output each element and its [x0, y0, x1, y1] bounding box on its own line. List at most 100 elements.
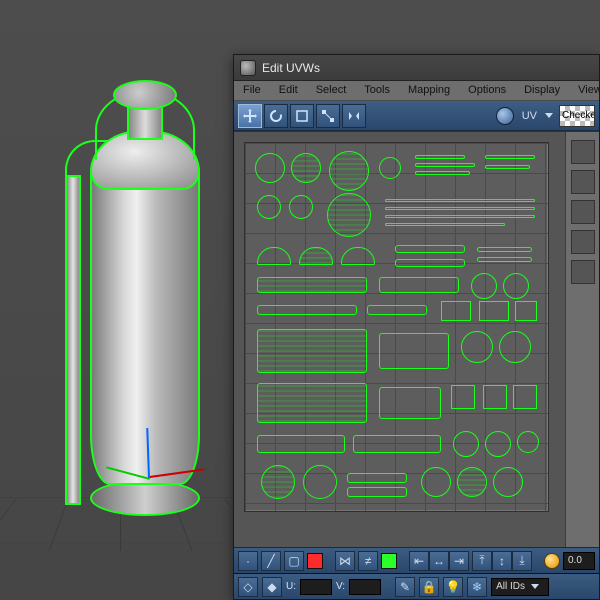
- uv-island[interactable]: [379, 333, 449, 369]
- uv-island[interactable]: [451, 385, 475, 409]
- uv-island[interactable]: [457, 467, 487, 497]
- break-button[interactable]: ≠: [358, 551, 378, 571]
- uv-island[interactable]: [485, 155, 535, 159]
- uv-island[interactable]: [513, 385, 537, 409]
- uv-canvas[interactable]: [244, 142, 549, 512]
- coordinate-space-icon[interactable]: [496, 107, 514, 125]
- uv-island[interactable]: [303, 465, 337, 499]
- panel-slot[interactable]: [571, 260, 595, 284]
- panel-slot[interactable]: [571, 140, 595, 164]
- uv-island[interactable]: [395, 259, 465, 267]
- uv-island[interactable]: [379, 277, 459, 293]
- uv-island[interactable]: [257, 329, 367, 373]
- uv-island[interactable]: [395, 245, 465, 253]
- u-input[interactable]: [300, 579, 332, 595]
- checker-map-button[interactable]: Checker: [559, 105, 595, 127]
- uv-island[interactable]: [385, 207, 535, 210]
- uv-island[interactable]: [379, 157, 401, 179]
- uv-island[interactable]: [255, 153, 285, 183]
- uv-island[interactable]: [441, 301, 471, 321]
- uv-island[interactable]: [379, 387, 441, 419]
- menu-view[interactable]: View: [569, 81, 600, 100]
- mirror-tool-button[interactable]: [342, 104, 366, 128]
- lock-button[interactable]: 🔒: [419, 577, 439, 597]
- uv-island[interactable]: [257, 305, 357, 315]
- uv-island[interactable]: [347, 487, 407, 497]
- uv-island[interactable]: [485, 165, 530, 169]
- lightbulb-button[interactable]: 💡: [443, 577, 463, 597]
- uv-island[interactable]: [415, 171, 470, 175]
- uv-island[interactable]: [367, 305, 427, 315]
- uv-island[interactable]: [385, 215, 535, 218]
- uv-channel-dropdown-arrow-icon[interactable]: [545, 113, 553, 118]
- panel-slot[interactable]: [571, 170, 595, 194]
- model-fire-extinguisher[interactable]: [35, 60, 245, 540]
- uv-island[interactable]: [471, 273, 497, 299]
- panel-slot[interactable]: [571, 230, 595, 254]
- uv-island[interactable]: [477, 257, 532, 262]
- uv-island[interactable]: [347, 473, 407, 483]
- material-ids-dropdown[interactable]: All IDs: [491, 578, 549, 596]
- align-bottom-button[interactable]: ⤓: [512, 551, 532, 571]
- uv-island[interactable]: [421, 467, 451, 497]
- uv-island[interactable]: [479, 301, 509, 321]
- rotate-tool-button[interactable]: [264, 104, 288, 128]
- uv-island[interactable]: [461, 331, 493, 363]
- uv-island[interactable]: [517, 431, 539, 453]
- menu-display[interactable]: Display: [515, 81, 569, 100]
- uv-island[interactable]: [499, 331, 531, 363]
- uv-island[interactable]: [353, 435, 441, 453]
- uv-island[interactable]: [257, 195, 281, 219]
- align-h-center-button[interactable]: ↔: [429, 551, 449, 571]
- absolute-mode-button[interactable]: ◇: [238, 577, 258, 597]
- move-tool-button[interactable]: [238, 104, 262, 128]
- freeze-button[interactable]: ❄: [467, 577, 487, 597]
- uv-island[interactable]: [483, 385, 507, 409]
- uv-island[interactable]: [477, 247, 532, 252]
- align-right-button[interactable]: ⇥: [449, 551, 469, 571]
- panel-slot[interactable]: [571, 200, 595, 224]
- align-top-button[interactable]: ⤒: [472, 551, 492, 571]
- subobject-face-button[interactable]: ▢: [284, 551, 304, 571]
- scale-tool-button[interactable]: [290, 104, 314, 128]
- uv-island[interactable]: [289, 195, 313, 219]
- menu-mapping[interactable]: Mapping: [399, 81, 459, 100]
- selection-color-swatch[interactable]: [381, 553, 397, 569]
- menu-select[interactable]: Select: [307, 81, 356, 100]
- freeform-tool-button[interactable]: [316, 104, 340, 128]
- uv-island[interactable]: [515, 301, 537, 321]
- uv-island[interactable]: [257, 435, 345, 453]
- titlebar[interactable]: Edit UVWs: [234, 55, 599, 81]
- uv-island[interactable]: [385, 199, 535, 202]
- align-left-button[interactable]: ⇤: [409, 551, 429, 571]
- seam-color-swatch[interactable]: [307, 553, 323, 569]
- uv-island[interactable]: [327, 193, 371, 237]
- scale-icon: [294, 108, 310, 124]
- offset-mode-button[interactable]: ◆: [262, 577, 282, 597]
- uv-island[interactable]: [485, 431, 511, 457]
- uv-island[interactable]: [415, 163, 475, 167]
- uv-island[interactable]: [257, 277, 367, 293]
- menu-file[interactable]: File: [234, 81, 270, 100]
- spinner-value[interactable]: 0.0: [563, 552, 595, 570]
- uv-island[interactable]: [385, 223, 505, 226]
- uv-island[interactable]: [503, 273, 529, 299]
- options-orb-icon[interactable]: [544, 553, 560, 569]
- brush-button[interactable]: ✎: [395, 577, 415, 597]
- align-v-center-button[interactable]: ↕: [492, 551, 512, 571]
- uv-island[interactable]: [261, 465, 295, 499]
- menu-tools[interactable]: Tools: [355, 81, 399, 100]
- uv-island[interactable]: [257, 383, 367, 423]
- subobject-vertex-button[interactable]: ·: [238, 551, 258, 571]
- uv-island[interactable]: [329, 151, 369, 191]
- uv-island[interactable]: [453, 431, 479, 457]
- uv-island[interactable]: [291, 153, 321, 183]
- menu-options[interactable]: Options: [459, 81, 515, 100]
- subobject-edge-button[interactable]: ╱: [261, 551, 281, 571]
- v-input[interactable]: [349, 579, 381, 595]
- uv-island[interactable]: [415, 155, 465, 159]
- align-segment: ⇤ ↔ ⇥: [409, 551, 469, 571]
- uv-island[interactable]: [493, 467, 523, 497]
- weld-button[interactable]: ⋈: [335, 551, 355, 571]
- menu-edit[interactable]: Edit: [270, 81, 307, 100]
